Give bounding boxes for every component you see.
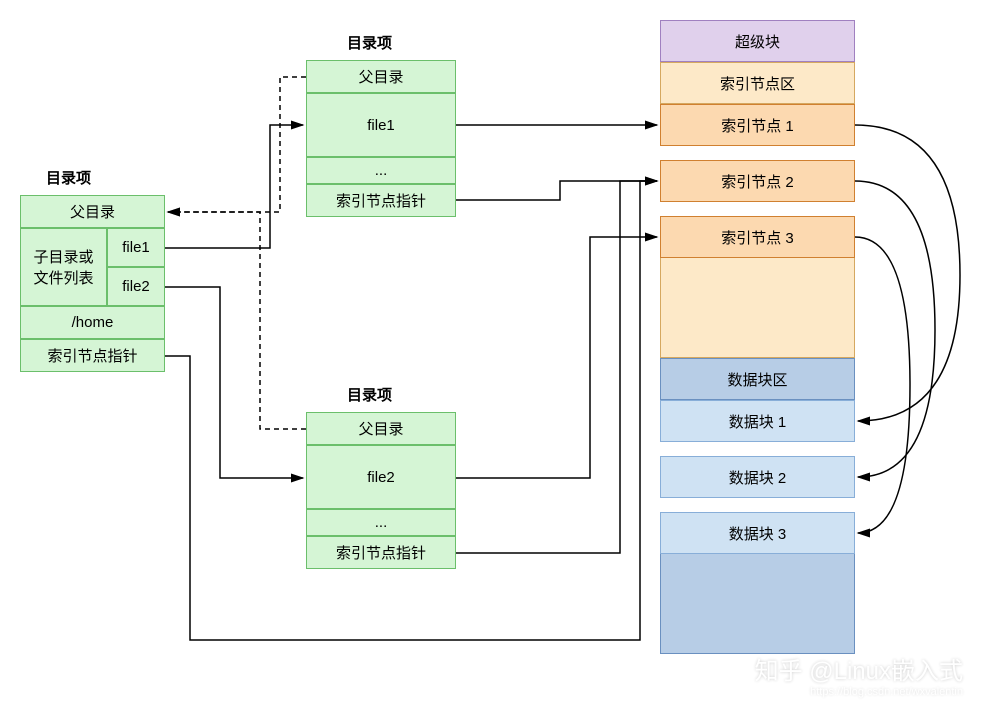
left-dir-file1: file1 — [107, 228, 165, 267]
top-dir-inode-ptr: 索引节点指针 — [306, 184, 456, 217]
disk-inode1: 索引节点 1 — [660, 104, 855, 146]
disk-inode-area-filler — [660, 258, 855, 358]
watermark-main: 知乎 @Linux嵌入式 — [755, 658, 963, 685]
bottom-dir-title: 目录项 — [347, 384, 392, 405]
top-dir-file: file1 — [306, 93, 456, 157]
disk-data-area-filler — [660, 554, 855, 654]
left-dir-inode-ptr: 索引节点指针 — [20, 339, 165, 372]
bottom-dir-inode-ptr: 索引节点指针 — [306, 536, 456, 569]
disk-inode2: 索引节点 2 — [660, 160, 855, 202]
disk-inode3: 索引节点 3 — [660, 216, 855, 258]
arrow-bottomptr-to-inode2 — [456, 181, 657, 553]
arrow-topptr-to-inode2 — [456, 181, 657, 200]
disk-data3: 数据块 3 — [660, 512, 855, 554]
left-dir-path: /home — [20, 306, 165, 339]
arrow-file2-to-bottomdir — [165, 287, 303, 478]
top-dir-title: 目录项 — [347, 32, 392, 53]
arrow-inode1-to-data1 — [855, 125, 960, 421]
disk-data2: 数据块 2 — [660, 456, 855, 498]
top-dir-parent: 父目录 — [306, 60, 456, 93]
arrow-bottomfile-to-inode3 — [456, 237, 657, 478]
left-dir-file2: file2 — [107, 267, 165, 306]
arrow-inode3-to-data3 — [855, 237, 910, 533]
left-dir-parent: 父目录 — [20, 195, 165, 228]
disk-data1: 数据块 1 — [660, 400, 855, 442]
left-dir-title: 目录项 — [46, 167, 91, 188]
watermark: 知乎 @Linux嵌入式 https://blog.csdn.net/wxval… — [755, 651, 963, 698]
arrow-leftptr-to-inode2 — [165, 181, 657, 640]
bottom-dir-file: file2 — [306, 445, 456, 509]
top-dir-ellipsis: ... — [306, 157, 456, 184]
arrow-file1-to-topdir — [165, 125, 303, 248]
arrow-inode2-to-data2 — [855, 181, 935, 477]
watermark-sub: https://blog.csdn.net/wxvalentin — [755, 686, 963, 698]
arrow-topparent-back — [168, 77, 306, 212]
bottom-dir-parent: 父目录 — [306, 412, 456, 445]
disk-data-area: 数据块区 — [660, 358, 855, 400]
disk-superblock: 超级块 — [660, 20, 855, 62]
left-dir-sublist-label: 子目录或 文件列表 — [20, 228, 107, 306]
disk-inode-area: 索引节点区 — [660, 62, 855, 104]
arrow-bottomparent-back — [168, 212, 306, 429]
bottom-dir-ellipsis: ... — [306, 509, 456, 536]
